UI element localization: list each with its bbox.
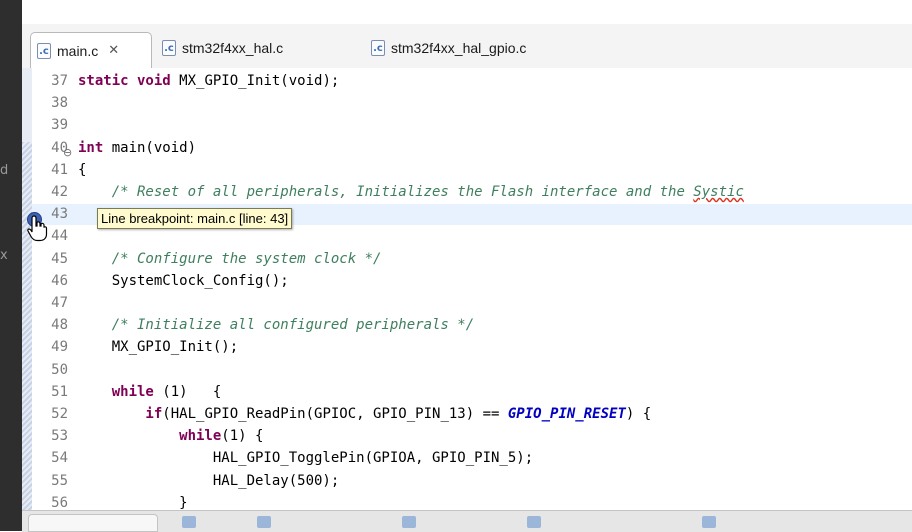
code-token: while — [78, 428, 222, 445]
code-token: /* Reset of all peripherals, Initializes… — [78, 184, 694, 200]
code-token: /* Initialize all configured peripherals… — [78, 317, 475, 334]
c-file-icon: .c — [371, 40, 385, 56]
tab-stm32f4xx-hal-c[interactable]: .c stm32f4xx_hal.c — [162, 33, 283, 63]
code-line[interactable]: 47 — [32, 293, 912, 314]
code-editor[interactable]: 37 static void MX_GPIO_Init(void); 38 39 40 i… — [22, 68, 912, 510]
code-token: while — [78, 383, 163, 400]
line-number: 55 — [51, 472, 68, 489]
code-line[interactable]: 56 } — [32, 493, 912, 510]
bottom-tab[interactable] — [182, 516, 196, 528]
code-line[interactable]: 46 SystemClock_Config(); — [32, 271, 912, 292]
code-token: (1) { — [221, 428, 264, 445]
vertical-ruler[interactable] — [22, 68, 32, 510]
code-token: HAL_GPIO_TogglePin(GPIOA, GPIO_PIN_5); — [78, 450, 534, 467]
bottom-tab[interactable] — [28, 514, 158, 532]
bottom-tab[interactable] — [702, 516, 716, 528]
bottom-panel-tabs — [22, 510, 912, 532]
code-token: (1) { — [162, 383, 222, 400]
line-number: 56 — [51, 494, 68, 510]
bottom-tab[interactable] — [257, 516, 271, 528]
code-token: { — [78, 161, 87, 178]
code-line[interactable]: 37 static void MX_GPIO_Init(void); — [32, 71, 912, 92]
code-line[interactable]: 38 — [32, 93, 912, 114]
code-line[interactable]: 49 MX_GPIO_Init(); — [32, 337, 912, 358]
line-number: 53 — [51, 428, 68, 445]
line-number: 39 — [51, 117, 68, 134]
line-number: 54 — [51, 450, 68, 467]
line-number: 51 — [51, 383, 68, 400]
code-token: ) { — [625, 406, 652, 422]
code-line[interactable]: 42 /* Reset of all peripherals, Initiali… — [32, 182, 912, 203]
bottom-tab[interactable] — [402, 516, 416, 528]
code-line[interactable]: 52 if(HAL_GPIO_ReadPin(GPIOC, GPIO_PIN_1… — [32, 404, 912, 425]
line-number: 46 — [51, 272, 68, 289]
line-number: 42 — [51, 184, 68, 200]
tab-label: main.c — [57, 42, 99, 59]
fold-collapse-icon[interactable]: ⊖ — [63, 146, 72, 159]
breakpoint-tooltip: Line breakpoint: main.c [line: 43] — [97, 208, 293, 229]
c-file-icon: .c — [162, 40, 176, 56]
tab-stm32f4xx-hal-gpio-c[interactable]: .c stm32f4xx_hal_gpio.c — [371, 33, 526, 63]
code-token: int — [78, 139, 112, 156]
tab-label: stm32f4xx_hal_gpio.c — [391, 40, 527, 56]
code-line[interactable]: 48 /* Initialize all configured peripher… — [32, 315, 912, 336]
code-token: GPIO_PIN_RESET — [507, 406, 626, 422]
code-line[interactable]: 54 HAL_GPIO_TogglePin(GPIOA, GPIO_PIN_5)… — [32, 448, 912, 469]
line-number: 49 — [51, 339, 68, 356]
code-line[interactable]: 55 HAL_Delay(500); — [32, 471, 912, 492]
line-number: 48 — [51, 317, 68, 334]
code-line[interactable]: 41 { — [32, 160, 912, 181]
code-token: Systic — [693, 184, 744, 200]
line-number: 37 — [51, 73, 68, 89]
code-line[interactable]: 53 while(1) { — [32, 426, 912, 447]
code-token: } — [78, 494, 188, 510]
bottom-tab[interactable] — [527, 516, 541, 528]
tab-main-c[interactable]: .c main.c ✕ — [30, 32, 152, 68]
code-line[interactable]: 45 /* Configure the system clock */ — [32, 249, 912, 270]
code-token: static void — [78, 73, 180, 89]
line-number: 38 — [51, 95, 68, 112]
editor-tab-bar: .c main.c ✕ .c stm32f4xx_hal.c .c stm32f… — [22, 24, 912, 69]
top-bar — [22, 0, 912, 24]
code-token: SystemClock_Config(); — [78, 272, 289, 289]
code-line[interactable]: 40 int main(void) — [32, 138, 912, 159]
code-token: (HAL_GPIO_ReadPin(GPIOC, GPIO_PIN_13) == — [162, 406, 508, 422]
code-line[interactable]: 39 — [32, 115, 912, 136]
ruler-hatch — [22, 142, 32, 510]
tab-label: stm32f4xx_hal.c — [182, 40, 284, 56]
c-file-icon: .c — [37, 42, 51, 59]
hand-cursor-icon — [27, 215, 48, 242]
code-token: MX_GPIO_Init(); — [78, 339, 239, 356]
code-token: main(void) — [111, 139, 197, 156]
left-mark-1: d — [0, 163, 9, 178]
left-panel-edge: d x — [0, 0, 22, 531]
left-mark-2: x — [0, 248, 8, 263]
code-token: if — [78, 406, 163, 422]
line-number: 47 — [51, 295, 68, 311]
code-token: MX_GPIO_Init(void); — [179, 73, 340, 89]
close-icon[interactable]: ✕ — [108, 43, 119, 58]
line-number: 52 — [51, 406, 68, 422]
code-token: /* Configure the system clock */ — [78, 250, 382, 267]
line-number: 41 — [51, 161, 68, 178]
code-token: HAL_Delay(500); — [78, 472, 340, 489]
code-line[interactable]: 50 — [32, 360, 912, 381]
code-line[interactable]: 44 — [32, 226, 912, 247]
line-number: 45 — [51, 250, 68, 267]
line-number: 50 — [51, 361, 68, 378]
code-line[interactable]: 51 while (1) { — [32, 382, 912, 403]
